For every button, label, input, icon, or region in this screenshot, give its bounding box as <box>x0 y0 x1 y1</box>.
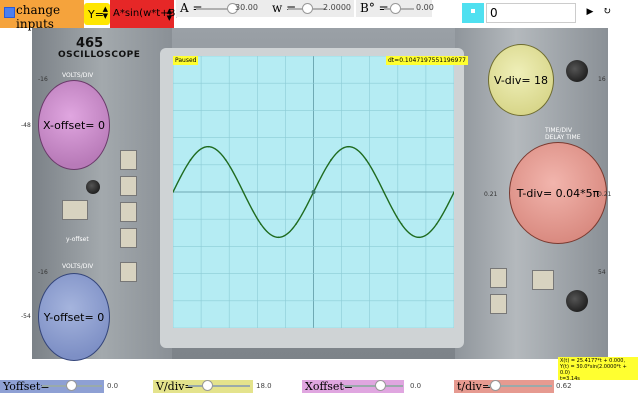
phase-value: 0.00 <box>416 3 434 12</box>
phase-control: B° = 0.00 <box>356 0 434 17</box>
waveform-point <box>207 145 210 148</box>
scope-button <box>490 294 507 314</box>
paused-tag: Paused <box>173 56 199 65</box>
scope-button <box>532 270 554 290</box>
waveform-point <box>330 159 332 161</box>
x-offset-dial[interactable]: X-offset= 0 <box>38 80 110 170</box>
readout-y: Y(t) = 30.0*sin(2.0000*t + 0.0) <box>560 364 627 376</box>
scope-screen <box>173 56 454 328</box>
waveform-point <box>382 191 385 193</box>
tdiv-slider-knob[interactable] <box>490 380 501 391</box>
scope-button <box>120 176 137 196</box>
frequency-slider[interactable] <box>288 3 326 14</box>
scope-button <box>120 202 137 222</box>
scope-model-number: 465 <box>76 36 104 51</box>
color-swatch-icon <box>471 9 475 13</box>
side-label: 0.21 <box>484 191 498 198</box>
change-inputs-label: change inputs <box>16 3 61 31</box>
t-div-dial-label: T-div= 0.04*5π <box>516 186 600 200</box>
side-label: 16 <box>598 76 606 83</box>
change-inputs-group[interactable]: change inputs <box>0 0 84 31</box>
waveform-point <box>418 236 420 239</box>
scope-brand-name: OSCILLOSCOPE <box>58 50 141 60</box>
tdiv-value: 0.62 <box>556 382 572 390</box>
amplitude-control: A = 30.00 <box>176 0 268 17</box>
scope-button <box>490 268 507 288</box>
equation-readout: X(t) = 25.4177*t + 0.000, Y(t) = 30.0*si… <box>558 357 638 382</box>
trace-color-button[interactable] <box>462 3 484 23</box>
y-select-value: Y= <box>88 8 104 21</box>
y-offset-dial[interactable]: Y-offset= 0 <box>38 273 110 361</box>
waveform-point <box>435 223 438 225</box>
dt-tag: dt=0.1047197551196977 <box>386 56 468 65</box>
change-inputs-checkbox[interactable] <box>4 7 15 18</box>
function-select[interactable]: A*sin(w*t+B) ▲ ▼ <box>110 0 179 28</box>
scope-button <box>120 262 137 282</box>
tdiv-slider[interactable] <box>488 380 552 391</box>
select-arrows-icon: ▲ ▼ <box>102 5 108 20</box>
side-label: -48 <box>21 122 31 129</box>
vdiv-slider-knob[interactable] <box>202 380 213 391</box>
v-div-dial-label: V-div= 18 <box>493 73 549 87</box>
frequency-value: 2.0000 <box>323 3 351 12</box>
waveform-point <box>295 223 297 225</box>
scope-button <box>120 228 137 248</box>
select-arrows-icon: ▲ ▼ <box>166 7 172 22</box>
side-label: 54 <box>598 269 606 276</box>
y-offset-photo-label: y-offset <box>66 236 89 243</box>
amplitude-value: 30.00 <box>235 3 258 12</box>
yoffset-slider[interactable] <box>42 380 102 391</box>
scope-knob <box>566 60 588 82</box>
side-label: -54 <box>21 313 31 320</box>
phase-slider-knob[interactable] <box>390 3 401 14</box>
volts-div-label: VOLTS/DIV <box>62 72 94 79</box>
xoffset-slider-knob[interactable] <box>375 380 386 391</box>
xoffset-value: 0.0 <box>410 382 422 390</box>
volts-div-label-2: VOLTS/DIV <box>62 263 94 270</box>
frequency-control: w = 2.0000 <box>268 0 354 17</box>
waveform-point <box>224 159 227 161</box>
waveform-point <box>189 159 192 161</box>
vdiv-value: 18.0 <box>256 382 272 390</box>
side-label: -16 <box>38 76 48 83</box>
v-div-dial[interactable]: V-div= 18 <box>488 44 554 116</box>
t-div-dial[interactable]: T-div= 0.04*5π <box>509 142 607 244</box>
yoffset-slider-knob[interactable] <box>66 380 77 391</box>
reset-button[interactable]: ↻ <box>600 3 614 23</box>
tdiv-label: t/div= <box>457 380 492 393</box>
waveform-plot <box>173 56 454 328</box>
phase-slider[interactable] <box>384 3 414 14</box>
play-icon: ▶ <box>586 7 594 17</box>
waveform-point <box>348 145 350 148</box>
scope-button <box>62 200 88 220</box>
waveform-point <box>400 223 403 225</box>
xoffset-slider[interactable] <box>343 380 403 391</box>
y-offset-dial-label: Y-offset= 0 <box>43 310 105 324</box>
waveform-point <box>365 159 368 161</box>
scope-button <box>120 150 137 170</box>
side-label: 0.21 <box>598 191 612 198</box>
amplitude-slider[interactable] <box>196 3 238 14</box>
yoffset-value: 0.0 <box>107 382 119 390</box>
time-div-label: TIME/DIV DELAY TIME <box>545 127 581 141</box>
number-input[interactable]: 0 <box>486 3 576 23</box>
waveform-point <box>259 223 262 225</box>
scope-knob <box>86 180 100 194</box>
vdiv-slider[interactable] <box>188 380 250 391</box>
y-axis-select[interactable]: Y= ▲ ▼ <box>84 3 110 25</box>
waveform-point <box>277 236 280 239</box>
reset-icon: ↻ <box>602 6 612 17</box>
origin-marker <box>311 190 316 194</box>
frequency-slider-knob[interactable] <box>302 3 313 14</box>
side-label: -16 <box>38 269 48 276</box>
play-button[interactable]: ▶ <box>583 3 597 23</box>
waveform-point <box>242 191 245 193</box>
scope-knob <box>566 290 588 312</box>
x-offset-dial-label: X-offset= 0 <box>43 118 105 132</box>
